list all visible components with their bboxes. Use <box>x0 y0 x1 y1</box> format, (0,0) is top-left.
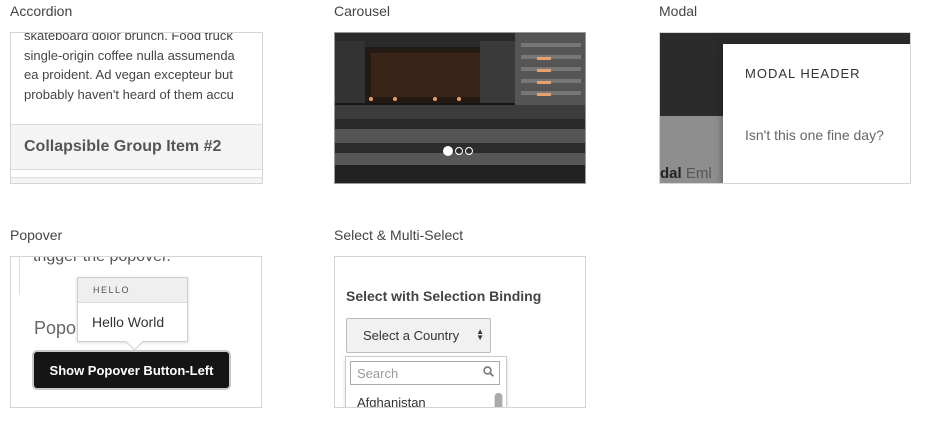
accordion-panel-body: skateboard dolor brunch. Food truck sing… <box>24 32 262 104</box>
popover-background-heading: Popo <box>34 318 77 338</box>
dropdown-scrollbar[interactable] <box>494 393 503 407</box>
carousel-slide-image <box>335 33 585 183</box>
accordion-group-header-next[interactable] <box>11 177 262 183</box>
country-select-label: Select a Country <box>363 328 460 343</box>
popover-intro-text: trigger the popover. <box>33 256 171 265</box>
popover-section-title: Popover <box>10 227 63 243</box>
modal-section-title: Modal <box>659 3 698 19</box>
modal-background-bold-text: dal <box>660 165 682 182</box>
carousel-indicator-dot[interactable] <box>455 147 463 155</box>
accordion-body-line: probably haven't heard of them accu <box>24 86 234 102</box>
select-dropdown: Afghanistan <box>345 356 507 407</box>
modal-demo: dal Eml MODAL HEADER Isn't this one fine… <box>659 32 911 184</box>
divider <box>19 257 20 295</box>
modal-body: Isn't this one fine day? <box>745 127 884 143</box>
accordion-group-header[interactable]: Collapsible Group Item #2 <box>11 124 262 170</box>
carousel-indicator-dot[interactable] <box>465 147 473 155</box>
accordion-body-line: skateboard dolor brunch. Food truck <box>24 32 233 43</box>
accordion-body-line: ea proident. Ad vegan excepteur but <box>24 67 233 82</box>
popover-demo: trigger the popover. Popo HELLO Hello Wo… <box>10 256 262 408</box>
popover-arrow <box>125 332 144 351</box>
search-icon <box>483 366 494 377</box>
country-select[interactable]: Select a Country ▲ ▼ <box>346 318 491 353</box>
accordion-body-line: single-origin coffee nulla assumenda <box>24 47 235 63</box>
carousel-section-title: Carousel <box>334 3 391 19</box>
show-popover-button[interactable]: Show Popover Button-Left <box>34 352 229 388</box>
select-demo: Select with Selection Binding Select a C… <box>334 256 586 408</box>
popover-content: Hello World <box>92 314 165 330</box>
modal-dialog: MODAL HEADER Isn't this one fine day? <box>723 44 910 183</box>
country-search-input[interactable] <box>350 361 500 385</box>
popover: HELLO Hello World <box>77 277 188 351</box>
country-option[interactable]: Afghanistan <box>357 395 426 407</box>
modal-background-text-rest: Eml <box>685 165 712 182</box>
scrollbar-thumb[interactable] <box>495 393 502 407</box>
carousel-indicator-dot[interactable] <box>443 146 453 156</box>
accordion-group-title: Collapsible Group Item #2 <box>24 138 222 155</box>
select-section-title: Select & Multi-Select <box>334 227 464 243</box>
carousel-demo[interactable] <box>334 32 586 184</box>
select-caret-icon: ▲ ▼ <box>476 327 484 342</box>
accordion-section-title: Accordion <box>10 3 73 19</box>
popover-title: HELLO <box>78 278 187 303</box>
modal-header: MODAL HEADER <box>745 66 861 81</box>
accordion-demo: skateboard dolor brunch. Food truck sing… <box>10 32 263 184</box>
carousel-indicators <box>443 146 473 156</box>
select-heading: Select with Selection Binding <box>346 288 542 304</box>
modal-background-text: dal Eml <box>660 165 712 182</box>
